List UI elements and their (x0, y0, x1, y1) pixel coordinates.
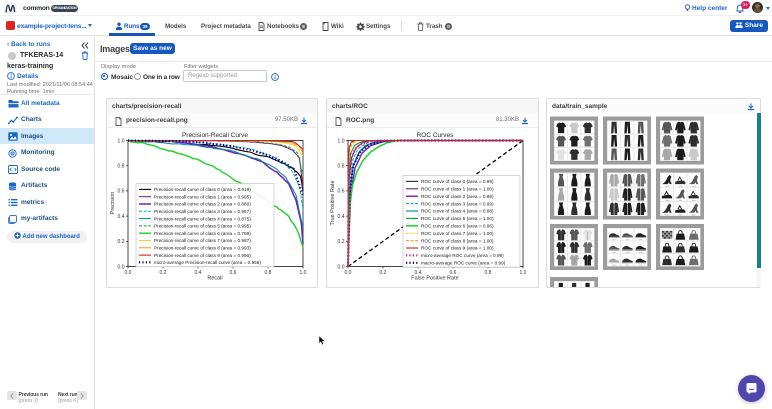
svg-text:0.2: 0.2 (118, 239, 125, 245)
svg-text:ROC curve of class 3 (area = 0: ROC curve of class 3 (area = 0.99) (421, 201, 494, 206)
svg-text:0.6: 0.6 (118, 189, 125, 195)
svg-text:Precision-recall curve of clas: Precision-recall curve of class 7 (area … (154, 238, 251, 243)
svg-text:Precision-recall curve of clas: Precision-recall curve of class 9 (area … (154, 253, 251, 258)
svg-text:micro-average Precision-recall: micro-average Precision-recall curve (ar… (154, 260, 261, 265)
svg-text:1.0: 1.0 (338, 138, 345, 144)
svg-text:0.8: 0.8 (118, 164, 125, 170)
svg-text:ROC curve of class 8 (area = 1: ROC curve of class 8 (area = 1.00) (421, 238, 494, 243)
svg-text:ROC curve of class 4 (area = 0: ROC curve of class 4 (area = 0.98) (421, 209, 494, 214)
svg-text:Precision-recall curve of clas: Precision-recall curve of class 6 (area … (154, 231, 251, 236)
svg-text:Precision-recall curve of clas: Precision-recall curve of class 8 (area … (154, 246, 251, 251)
svg-text:0.2: 0.2 (380, 270, 387, 276)
svg-text:0.8: 0.8 (485, 270, 492, 276)
svg-text:0.4: 0.4 (195, 270, 202, 276)
svg-text:Precision-recall curve of clas: Precision-recall curve of class 1 (area … (154, 194, 251, 199)
svg-text:0.8: 0.8 (338, 164, 345, 170)
svg-text:ROC curve of class 6 (area = 0: ROC curve of class 6 (area = 0.96) (421, 224, 494, 229)
svg-text:ROC curve of class 5 (area = 1: ROC curve of class 5 (area = 1.00) (421, 216, 494, 221)
svg-text:1.0: 1.0 (118, 138, 125, 144)
svg-text:0.2: 0.2 (338, 239, 345, 245)
svg-text:Precision-recall curve of clas: Precision-recall curve of class 2 (area … (154, 202, 251, 207)
svg-text:Precision-recall curve of clas: Precision-recall curve of class 4 (area … (154, 216, 251, 221)
svg-text:0.0: 0.0 (125, 270, 132, 276)
svg-text:Precision: Precision (110, 192, 116, 215)
svg-text:True Positive Rate: True Positive Rate (330, 180, 336, 225)
svg-text:0.2: 0.2 (160, 270, 167, 276)
svg-text:ROC curve of class 1 (area = 1: ROC curve of class 1 (area = 1.00) (421, 187, 494, 192)
svg-text:0.6: 0.6 (338, 189, 345, 195)
svg-text:ROC curve of class 7 (area = 1: ROC curve of class 7 (area = 1.00) (421, 231, 494, 236)
svg-text:Recall: Recall (207, 276, 222, 282)
svg-text:0.0: 0.0 (118, 264, 125, 270)
svg-text:0.0: 0.0 (345, 270, 352, 276)
svg-text:0.0: 0.0 (338, 264, 345, 270)
svg-text:0.4: 0.4 (338, 214, 345, 220)
svg-text:1.0: 1.0 (520, 270, 527, 276)
svg-text:0.6: 0.6 (230, 270, 237, 276)
svg-text:1.0: 1.0 (300, 270, 307, 276)
svg-text:macro-average ROC curve (area: macro-average ROC curve (area = 0.99) (421, 261, 506, 266)
svg-text:Precision-recall curve of clas: Precision-recall curve of class 3 (area … (154, 209, 251, 214)
svg-text:Precision-recall curve of clas: Precision-recall curve of class 0 (area … (154, 187, 251, 192)
svg-text:micro-average ROC curve (area: micro-average ROC curve (area = 0.99) (421, 253, 504, 258)
svg-text:ROC curve of class 9 (area = 1: ROC curve of class 9 (area = 1.00) (421, 246, 494, 251)
svg-text:0.4: 0.4 (118, 214, 125, 220)
svg-text:ROC curve of class 0 (area = 0: ROC curve of class 0 (area = 0.99) (421, 179, 494, 184)
svg-text:ROC Curves: ROC Curves (417, 132, 455, 139)
svg-text:False Positive Rate: False Positive Rate (411, 276, 458, 282)
svg-text:Precision-recall curve of clas: Precision-recall curve of class 5 (area … (154, 224, 251, 229)
svg-text:ROC curve of class 2 (area = 0: ROC curve of class 2 (area = 0.98) (421, 194, 494, 199)
svg-text:0.8: 0.8 (265, 270, 272, 276)
svg-text:Precision-Recall Curve: Precision-Recall Curve (182, 132, 248, 139)
